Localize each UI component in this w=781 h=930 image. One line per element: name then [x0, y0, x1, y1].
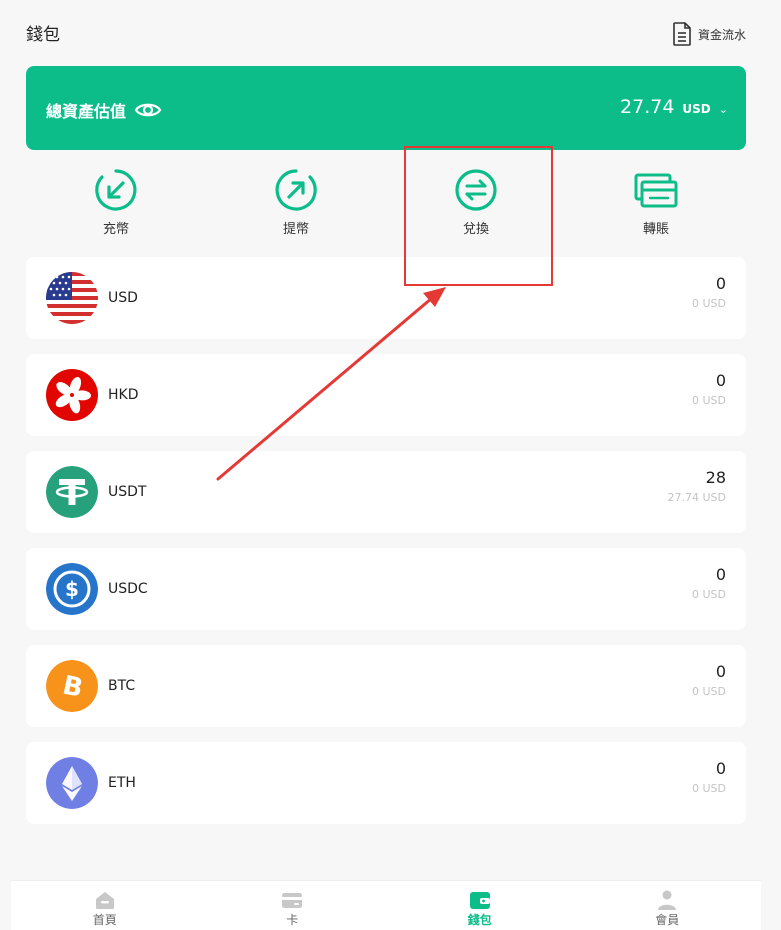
balance-card: 總資產估值 27.74 USD ⌄ — [26, 66, 746, 150]
asset-usd-value: 0 USD — [692, 685, 726, 698]
asset-usd-value: 27.74 USD — [667, 491, 727, 504]
asset-code: BTC — [108, 678, 136, 694]
exchange-icon — [455, 169, 497, 211]
asset-usd-value: 0 USD — [692, 782, 726, 795]
asset-amount: 0 — [715, 565, 726, 584]
wallet-icon — [469, 892, 490, 909]
asset-balance: 0 0 USD — [692, 371, 726, 407]
asset-balance: 0 0 USD — [692, 759, 726, 795]
deposit-label: 充幣 — [102, 222, 129, 237]
asset-row-usdt[interactable]: USDT 28 27.74 USD — [26, 451, 746, 533]
page-title: 錢包 — [26, 25, 60, 45]
us-flag-icon — [46, 272, 98, 324]
asset-amount: 0 — [715, 371, 726, 390]
deposit-button[interactable]: 充幣 — [66, 168, 166, 237]
nav-item-card[interactable]: 卡 — [199, 881, 387, 930]
asset-usd-value: 0 USD — [692, 394, 726, 407]
asset-row-usdc[interactable]: $ USDC 0 0 USD — [26, 548, 746, 630]
transfer-button[interactable]: 轉賬 — [606, 168, 706, 237]
nav-label: 錢包 — [467, 913, 492, 927]
nav-label: 卡 — [286, 913, 299, 927]
asset-usd-value: 0 USD — [692, 588, 726, 601]
asset-usd-value: 0 USD — [692, 297, 726, 310]
deposit-icon — [95, 169, 137, 211]
document-icon — [673, 22, 691, 46]
nav-item-member[interactable]: 會員 — [574, 881, 762, 930]
action-bar: 充幣 提幣 兌換 轉賬 — [26, 168, 746, 240]
card-icon — [282, 893, 303, 908]
asset-row-eth[interactable]: ETH 0 0 USD — [26, 742, 746, 824]
asset-balance: 0 0 USD — [692, 662, 726, 698]
asset-row-btc[interactable]: B BTC 0 0 USD — [26, 645, 746, 727]
asset-amount: 0 — [715, 274, 726, 293]
exchange-button[interactable]: 兌換 — [426, 168, 526, 237]
transfer-icon — [634, 173, 678, 208]
chevron-down-icon: ⌄ — [718, 103, 728, 116]
nav-label: 首頁 — [92, 913, 117, 927]
page-header: 錢包 資金流水 — [0, 0, 781, 62]
eye-icon[interactable] — [134, 100, 162, 120]
usdc-icon: $ — [46, 563, 98, 615]
withdraw-icon — [275, 169, 317, 211]
svg-text:$: $ — [65, 577, 79, 601]
asset-balance: 0 0 USD — [692, 565, 726, 601]
nav-label: 會員 — [655, 913, 680, 927]
ledger-label: 資金流水 — [697, 27, 746, 42]
usdt-icon — [46, 466, 98, 518]
balance-currency: USD — [682, 102, 711, 116]
asset-row-hkd[interactable]: HKD 0 0 USD — [26, 354, 746, 436]
balance-amount[interactable]: 27.74 USD ⌄ — [620, 96, 728, 118]
asset-balance: 0 0 USD — [692, 274, 726, 310]
asset-amount: 0 — [715, 662, 726, 681]
ethereum-icon — [46, 757, 98, 809]
asset-balance: 28 27.74 USD — [668, 468, 727, 504]
withdraw-label: 提幣 — [282, 222, 309, 237]
asset-code: USD — [108, 290, 138, 306]
nav-item-home[interactable]: 首頁 — [11, 881, 199, 930]
exchange-label: 兌換 — [462, 222, 489, 237]
balance-label: 總資產估值 — [46, 102, 127, 121]
asset-code: USDC — [108, 581, 148, 597]
withdraw-button[interactable]: 提幣 — [246, 168, 346, 237]
home-icon — [95, 892, 114, 909]
user-icon — [658, 890, 677, 910]
asset-amount: 28 — [705, 468, 726, 487]
asset-amount: 0 — [715, 759, 726, 778]
balance-value: 27.74 — [620, 96, 675, 118]
asset-code: USDT — [108, 484, 147, 500]
asset-row-usd[interactable]: USD 0 0 USD — [26, 257, 746, 339]
nav-item-wallet[interactable]: 錢包 — [386, 881, 574, 930]
hk-flag-icon — [46, 369, 98, 421]
transfer-label: 轉賬 — [642, 222, 669, 237]
bottom-nav: 首頁 卡 錢包 會員 — [11, 880, 761, 930]
ledger-link[interactable]: 資金流水 — [672, 22, 746, 46]
asset-code: ETH — [108, 775, 136, 791]
balance-label-group: 總資產估值 — [46, 98, 162, 122]
asset-code: HKD — [108, 387, 139, 403]
bitcoin-icon: B — [46, 660, 98, 712]
